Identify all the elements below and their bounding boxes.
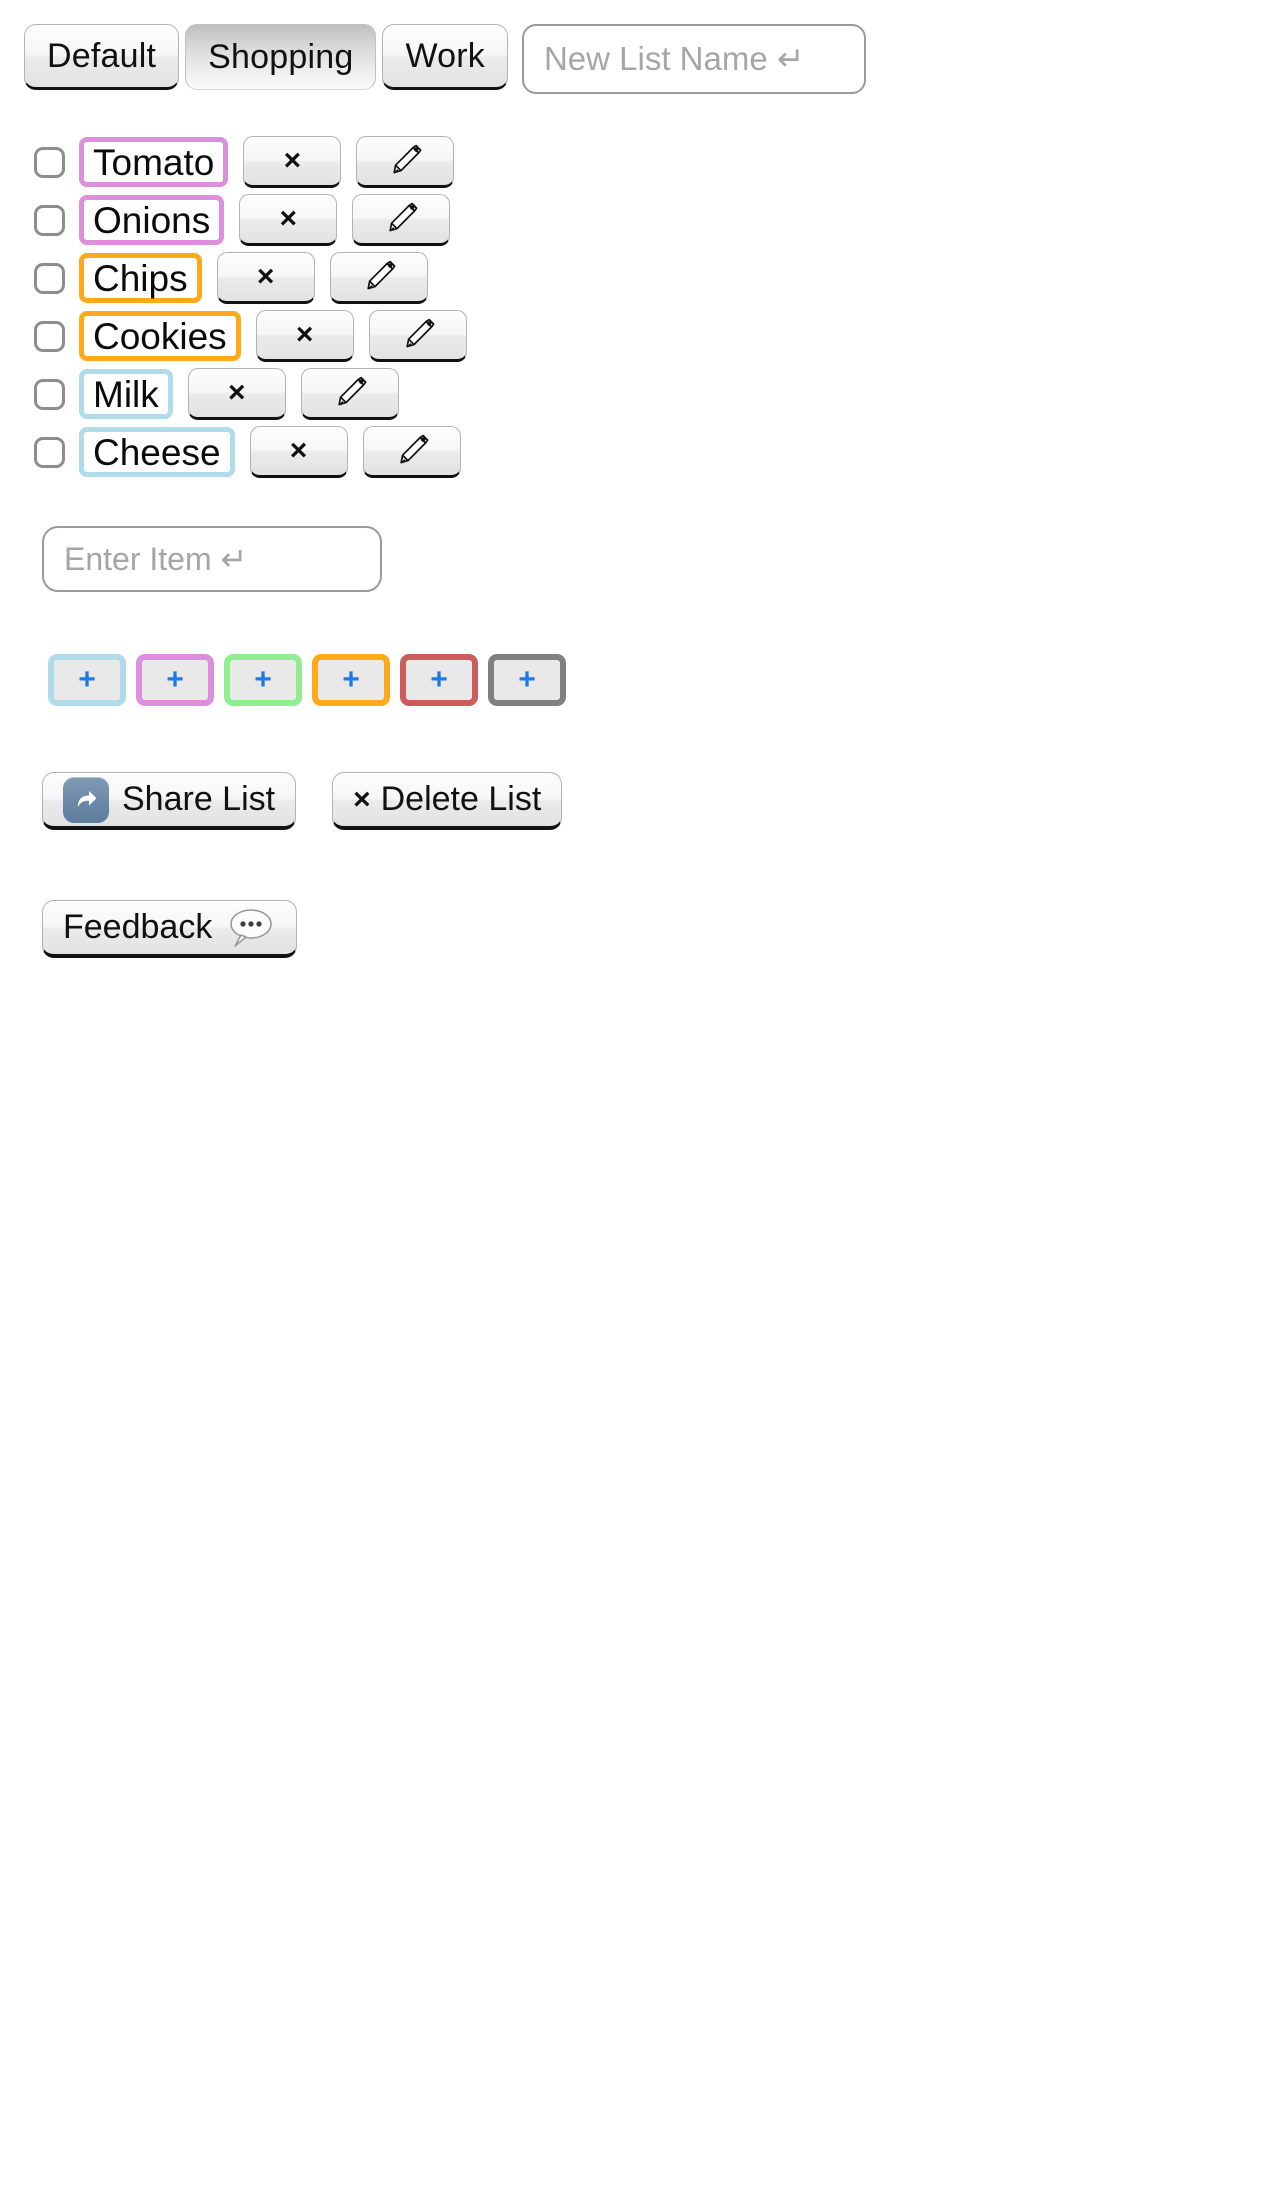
color-picker-row: + + + + + + [48,654,1284,706]
item-delete-button[interactable]: × [216,252,315,304]
add-item-color-pink-button[interactable]: + [136,654,214,706]
close-icon: × [256,260,275,293]
item-name[interactable]: Milk [79,369,173,419]
item-checkbox[interactable] [34,204,65,236]
tab-label: Work [405,36,485,75]
item-row: Cheese × [24,426,1284,478]
pencil-icon [381,199,421,239]
list-tab-bar: Default Shopping Work [24,24,1284,94]
item-delete-button[interactable]: × [187,368,286,420]
item-edit-button[interactable] [368,310,467,362]
close-icon: × [228,376,246,409]
plus-icon: + [254,663,272,696]
item-row: Chips × [24,252,1284,304]
item-delete-button[interactable]: × [243,136,342,188]
pencil-icon [392,431,432,471]
item-name[interactable]: Chips [79,253,202,303]
tab-label: Default [47,36,157,75]
item-edit-button[interactable] [352,194,451,246]
pencil-icon [330,373,370,413]
item-list: Tomato × Onions × Chips × Cookies × Milk × Cheese × [24,136,1284,478]
tab-label: Shopping [208,37,354,76]
close-icon: × [353,782,371,816]
add-item-color-orange-button[interactable]: + [312,654,390,706]
plus-icon: + [518,663,536,696]
pencil-icon [359,257,399,297]
share-list-label: Share List [122,780,276,818]
tab-shopping[interactable]: Shopping [185,24,377,90]
feedback-label: Feedback [63,908,213,946]
enter-item-field[interactable] [42,526,382,592]
item-row: Tomato × [24,136,1284,188]
item-delete-button[interactable]: × [239,194,338,246]
item-delete-button[interactable]: × [249,426,348,478]
item-checkbox[interactable] [34,320,65,352]
item-name[interactable]: Cheese [79,427,235,477]
add-item-color-lightblue-button[interactable]: + [48,654,126,706]
item-edit-button[interactable] [329,252,428,304]
enter-item-input[interactable] [62,539,362,579]
feedback-button[interactable]: Feedback [42,900,298,958]
item-checkbox[interactable] [34,146,65,178]
item-name[interactable]: Onions [79,195,225,245]
add-item-color-green-button[interactable]: + [224,654,302,706]
item-delete-button[interactable]: × [255,310,354,362]
item-name[interactable]: Cookies [79,311,241,361]
tab-work[interactable]: Work [382,24,508,90]
new-list-name-field[interactable] [521,24,866,94]
item-row: Onions × [24,194,1284,246]
item-checkbox[interactable] [34,436,65,468]
plus-icon: + [166,663,184,696]
item-checkbox[interactable] [34,262,65,294]
pencil-icon [398,315,438,355]
speech-bubble-icon [224,907,276,949]
delete-list-button[interactable]: × Delete List [332,772,563,830]
delete-list-label: Delete List [380,780,542,818]
item-edit-button[interactable] [362,426,461,478]
item-checkbox[interactable] [34,378,65,410]
app-root: Default Shopping Work Tomato × Onions × Chips ×… [0,0,1284,958]
new-list-input[interactable] [541,39,846,79]
feedback-row: Feedback [42,900,1284,958]
close-icon: × [289,434,308,467]
item-name[interactable]: Tomato [79,137,229,187]
share-icon [63,776,109,823]
pencil-icon [385,141,425,181]
add-item-color-red-button[interactable]: + [400,654,478,706]
add-item-color-gray-button[interactable]: + [488,654,566,706]
close-icon: × [283,144,302,177]
item-row: Cookies × [24,310,1284,362]
share-list-button[interactable]: Share List [42,772,297,830]
item-edit-button[interactable] [356,136,455,188]
plus-icon: + [78,663,96,696]
list-actions-row: Share List × Delete List [42,772,1284,830]
item-row: Milk × [24,368,1284,420]
tab-default[interactable]: Default [24,24,180,90]
plus-icon: + [342,663,360,696]
close-icon: × [295,318,314,351]
item-edit-button[interactable] [300,368,399,420]
tabs-container: Default Shopping Work [24,24,508,90]
close-icon: × [279,202,297,235]
plus-icon: + [430,663,448,696]
